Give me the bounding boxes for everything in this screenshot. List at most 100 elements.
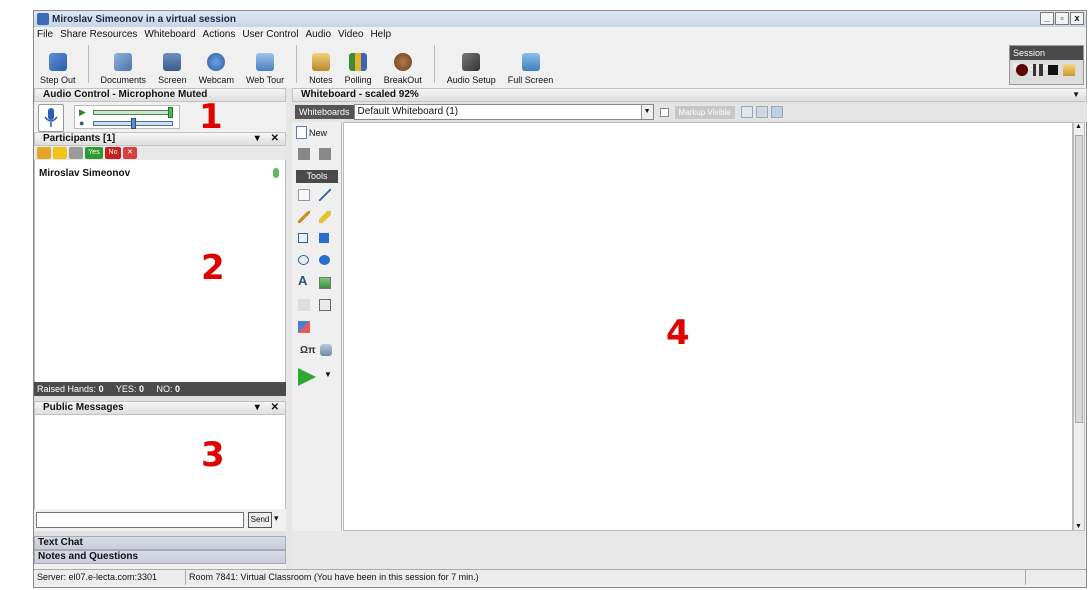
stop-icon[interactable] [1048, 65, 1058, 75]
send-button[interactable]: Send [248, 512, 272, 528]
close-panel-icon[interactable]: ✕ [271, 402, 279, 413]
message-input-row: Send ▾ [34, 509, 286, 531]
grid-tool-icon[interactable] [298, 299, 310, 311]
polling-button[interactable]: Polling [339, 43, 378, 87]
title-bar: Miroslav Simeonov in a virtual session _… [34, 11, 1086, 27]
symbols-icon[interactable]: Ωπ [300, 345, 320, 357]
microphone-button[interactable] [38, 104, 64, 132]
audio-setup-button[interactable]: Audio Setup [441, 43, 502, 87]
breakout-icon [393, 53, 412, 71]
notes-questions-header[interactable]: Notes and Questions [34, 550, 286, 564]
close-panel-icon[interactable]: ✕ [271, 133, 279, 144]
breakout-button[interactable]: BreakOut [378, 43, 428, 87]
menu-help[interactable]: Help [370, 29, 391, 40]
smiley-icon[interactable] [53, 147, 67, 159]
ellipse-outline-icon[interactable] [298, 255, 309, 265]
rectangle-filled-icon[interactable] [319, 233, 329, 243]
recordings-folder-icon[interactable] [1063, 64, 1075, 76]
webcam-button[interactable]: Webcam [193, 43, 240, 87]
highlighter-icon[interactable] [319, 211, 331, 223]
no-button[interactable]: No [105, 147, 121, 159]
menu-video[interactable]: Video [338, 29, 363, 40]
mic-volume-knob[interactable] [130, 118, 136, 129]
ellipse-filled-icon[interactable] [319, 255, 330, 265]
yes-count: 0 [138, 384, 144, 394]
screen-button[interactable]: Screen [152, 43, 193, 87]
new-page-label: New [309, 127, 328, 138]
app-logo-icon [37, 13, 49, 25]
new-page-button[interactable]: New [296, 126, 327, 139]
whiteboard-select[interactable]: Default Whiteboard (1) ▼ [353, 104, 654, 120]
full-screen-button[interactable]: Full Screen [502, 43, 560, 87]
menu-user-control[interactable]: User Control [242, 29, 298, 40]
audio-setup-icon [462, 53, 481, 71]
markup-checkbox[interactable] [659, 107, 669, 117]
next-arrow-icon[interactable] [298, 368, 316, 386]
table-tool-icon[interactable] [319, 299, 331, 311]
question-icon[interactable] [69, 147, 83, 159]
send-options-icon[interactable]: ▾ [274, 513, 279, 524]
pen-tool-icon[interactable] [298, 211, 310, 223]
notes-button[interactable]: Notes [303, 43, 339, 87]
raised-hands-count: 0 [98, 384, 104, 394]
rectangle-outline-icon[interactable] [298, 233, 308, 243]
menu-audio[interactable]: Audio [305, 29, 331, 40]
scroll-up-icon[interactable]: ▲ [1075, 123, 1082, 130]
toolbar-label: Step Out [40, 75, 76, 85]
view-fit-icon[interactable] [770, 106, 783, 118]
participant-mic-icon [273, 168, 279, 178]
participant-row[interactable]: Miroslav Simeonov [39, 168, 279, 179]
dropdown-icon[interactable]: ▾ [255, 402, 260, 413]
record-icon[interactable] [1016, 64, 1028, 76]
text-chat-header[interactable]: Text Chat [34, 536, 286, 550]
scroll-thumb[interactable] [1075, 135, 1083, 423]
participant-tools: Yes No ✕ [34, 146, 286, 160]
image-tool-icon[interactable] [319, 277, 331, 289]
restore-button[interactable]: ▫ [1055, 12, 1069, 25]
whiteboard-canvas[interactable]: 4 [343, 122, 1073, 531]
view-single-icon[interactable] [740, 106, 753, 118]
speaker-volume-knob[interactable] [168, 107, 173, 118]
arrow-dropdown-icon[interactable]: ▼ [324, 370, 332, 379]
whiteboard-vertical-scrollbar[interactable]: ▲ ▼ [1073, 122, 1085, 531]
line-tool-icon[interactable] [319, 189, 331, 201]
text-tool-icon[interactable]: A [298, 274, 310, 287]
raise-hand-icon[interactable] [37, 147, 51, 159]
minimize-button[interactable]: _ [1040, 12, 1054, 25]
annotation-number-4: 4 [666, 313, 690, 353]
science-icon[interactable] [320, 344, 332, 356]
message-input[interactable] [36, 512, 244, 528]
whiteboard-menu-icon[interactable]: ▼ [1072, 89, 1080, 101]
page-next-icon[interactable] [319, 148, 331, 160]
select-pointer-icon[interactable] [298, 189, 310, 201]
toolbar-label: Webcam [198, 75, 234, 85]
whiteboards-tab[interactable]: Whiteboards [295, 105, 354, 119]
page-prev-icon[interactable] [298, 148, 310, 160]
menu-actions[interactable]: Actions [203, 29, 236, 40]
menu-share-resources[interactable]: Share Resources [60, 29, 137, 40]
new-page-icon [296, 126, 307, 139]
pause-icon[interactable] [1033, 64, 1043, 76]
clear-status-icon[interactable]: ✕ [123, 147, 137, 159]
audio-control-header: Audio Control - Microphone Muted [34, 88, 286, 102]
step-out-button[interactable]: Step Out [34, 43, 82, 87]
speaker-volume-track[interactable] [93, 110, 173, 115]
annotation-number-2: 2 [201, 248, 225, 288]
audio-control-title: Audio Control - Microphone Muted [43, 89, 208, 100]
dropdown-icon[interactable]: ▾ [255, 133, 260, 144]
menu-file[interactable]: File [37, 29, 53, 40]
eraser-tool-icon[interactable] [298, 321, 310, 333]
notes-icon [311, 53, 330, 71]
documents-button[interactable]: Documents [95, 43, 153, 87]
scroll-down-icon[interactable]: ▼ [1075, 523, 1082, 530]
view-list-icon[interactable] [755, 106, 768, 118]
audio-control-body: ▶ ● 1 [34, 97, 286, 137]
chevron-down-icon: ▼ [640, 105, 653, 119]
yes-button[interactable]: Yes [85, 147, 103, 159]
whiteboard-header: Whiteboard - scaled 92% ▼ [292, 88, 1087, 102]
close-button[interactable]: x [1070, 12, 1084, 25]
participants-list: Miroslav Simeonov 2 [34, 160, 286, 382]
markup-visible-button[interactable]: Markup Visible [674, 105, 735, 119]
menu-whiteboard[interactable]: Whiteboard [144, 29, 195, 40]
web-tour-button[interactable]: Web Tour [240, 43, 290, 87]
